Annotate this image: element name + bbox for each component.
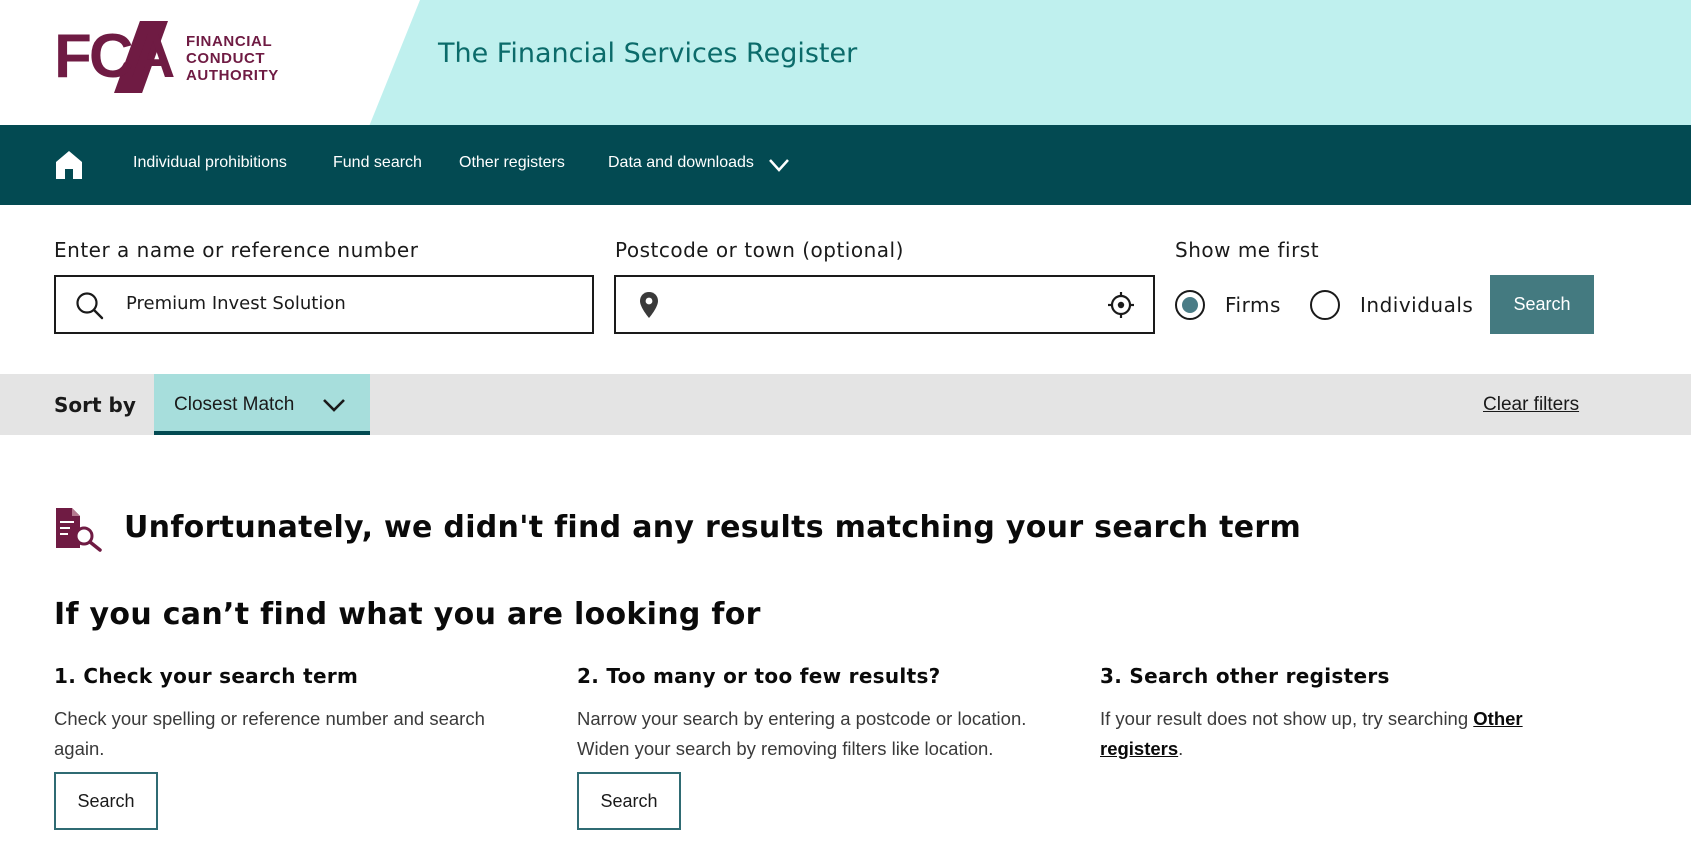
show-me-first-label: Show me first <box>1175 238 1320 262</box>
tip-2-text: Narrow your search by entering a postcod… <box>577 708 1027 759</box>
sort-select[interactable]: Closest Match <box>154 374 370 435</box>
map-pin-icon <box>640 292 658 318</box>
tip-2-title: 2. Too many or too few results? <box>577 664 941 688</box>
tip-too-many-results: 2. Too many or too few results? Narrow y… <box>577 664 1057 764</box>
logo-line-1: FINANCIAL <box>186 33 273 50</box>
clear-filters-link[interactable]: Clear filters <box>1483 394 1579 416</box>
site-title[interactable]: The Financial Services Register <box>438 38 857 69</box>
radio-individuals[interactable] <box>1310 290 1340 320</box>
help-heading: If you can’t find what you are looking f… <box>54 597 761 632</box>
location-search-input[interactable] <box>614 275 1155 334</box>
search-button[interactable]: Search <box>1490 275 1594 334</box>
tip-3-title: 3. Search other registers <box>1100 664 1390 688</box>
logo-wordmark: FINANCIAL CONDUCT AUTHORITY <box>186 33 279 84</box>
document-search-icon <box>56 508 102 552</box>
logo-line-3: AUTHORITY <box>186 67 279 84</box>
logo-line-2: CONDUCT <box>186 50 266 67</box>
tip-1-text: Check your spelling or reference number … <box>54 708 485 759</box>
name-input-value: Premium Invest Solution <box>126 293 346 314</box>
tip-other-registers: 3. Search other registers If your result… <box>1100 664 1600 764</box>
crosshair-icon[interactable] <box>1107 291 1135 319</box>
sort-selected-value: Closest Match <box>174 394 295 415</box>
no-results-heading: Unfortunately, we didn't find any result… <box>124 510 1302 545</box>
location-field-label: Postcode or town (optional) <box>615 238 904 262</box>
radio-firms-label[interactable]: Firms <box>1225 293 1281 317</box>
home-icon[interactable] <box>54 149 84 181</box>
chevron-down-icon[interactable] <box>768 155 790 175</box>
radio-firms[interactable] <box>1175 290 1205 320</box>
logo-letters: FCA <box>54 22 175 91</box>
site-header: FCA FINANCIAL CONDUCT AUTHORITY The Fina… <box>0 0 1691 125</box>
main-nav: Individual prohibitions Fund search Othe… <box>0 125 1691 205</box>
nav-item-data-and-downloads[interactable]: Data and downloads <box>608 154 754 172</box>
tip-1-title: 1. Check your search term <box>54 664 359 688</box>
nav-item-individual-prohibitions[interactable]: Individual prohibitions <box>133 154 287 172</box>
name-field-label: Enter a name or reference number <box>54 238 419 262</box>
sort-by-label: Sort by <box>54 393 136 417</box>
nav-item-other-registers[interactable]: Other registers <box>459 154 565 172</box>
tip-3-text-after: . <box>1178 738 1184 759</box>
tip-1-search-button[interactable]: Search <box>54 772 158 830</box>
tip-2-search-button[interactable]: Search <box>577 772 681 830</box>
tip-check-search-term: 1. Check your search term Check your spe… <box>54 664 534 764</box>
chevron-down-icon <box>323 399 345 412</box>
search-icon <box>76 292 104 320</box>
fca-logo[interactable]: FCA FINANCIAL CONDUCT AUTHORITY <box>54 21 294 93</box>
tip-3-text: If your result does not show up, try sea… <box>1100 704 1600 764</box>
tip-3-text-before: If your result does not show up, try sea… <box>1100 708 1474 729</box>
nav-item-fund-search[interactable]: Fund search <box>333 154 422 172</box>
radio-individuals-label[interactable]: Individuals <box>1360 293 1473 317</box>
sort-bar: Sort by Closest Match Clear filters <box>0 374 1691 435</box>
name-search-input[interactable]: Premium Invest Solution <box>54 275 594 334</box>
